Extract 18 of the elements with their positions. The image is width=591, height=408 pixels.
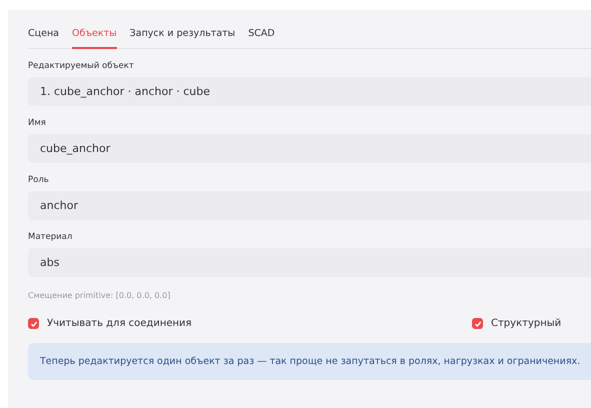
field-label: Редактируемый объект: [28, 61, 135, 71]
checkbox-label: Учитывать для соединения: [47, 318, 192, 329]
input-field[interactable]: abs: [28, 248, 591, 277]
input-field[interactable]: 1. cube_anchor · anchor · cube: [28, 77, 591, 106]
tab[interactable]: Сцена: [28, 24, 59, 49]
field-label: Имя: [28, 118, 47, 128]
field-label: Роль: [28, 175, 50, 185]
checkbox[interactable]: [28, 318, 39, 329]
checkbox-label: Структурный: [491, 318, 562, 329]
checkbox[interactable]: [472, 318, 483, 329]
tab[interactable]: Объекты: [72, 24, 117, 49]
tab[interactable]: Запуск и результаты: [130, 24, 236, 49]
input-field[interactable]: cube_anchor: [28, 134, 591, 163]
info-message: Теперь редактируется один объект за раз — так проще не запутаться в ролях, нагрузках и ограничениях.: [28, 343, 591, 380]
tab[interactable]: SCAD: [248, 24, 275, 49]
offset-caption: Смещение primitive: [0.0, 0.0, 0.0]: [28, 291, 172, 300]
input-field[interactable]: anchor: [28, 191, 591, 220]
field-label: Материал: [28, 232, 74, 242]
